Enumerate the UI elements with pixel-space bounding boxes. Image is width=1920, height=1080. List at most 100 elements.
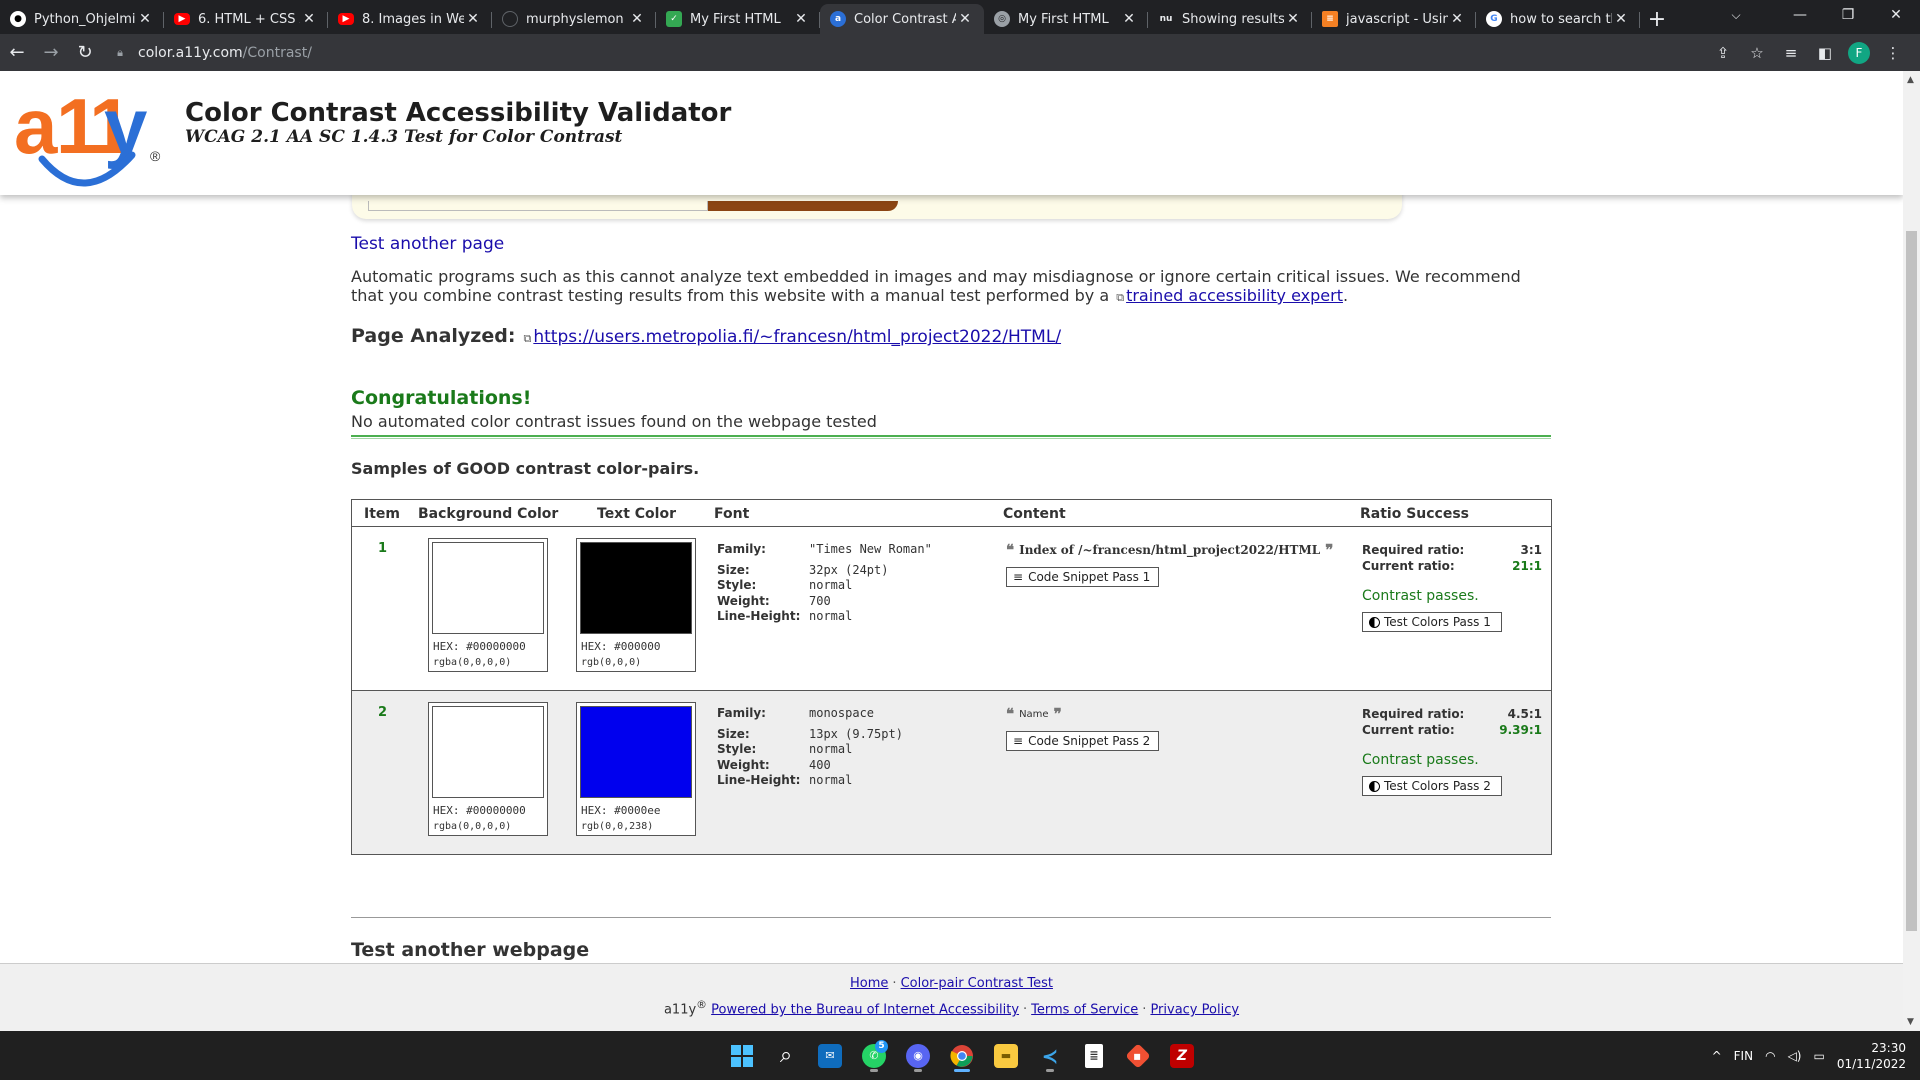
clock[interactable]: 23:30 01/11/2022 bbox=[1837, 1040, 1906, 1072]
side-panel-icon[interactable]: ◧ bbox=[1810, 38, 1840, 68]
tab-close-icon[interactable]: ✕ bbox=[1612, 11, 1630, 27]
col-background: Background Color bbox=[418, 506, 559, 522]
windows-taskbar: ⌕ ✉ ✆ 5 ◉ ▬ ≺ ≣ ◆ Z ^ FIN ◠ ◁) ▭ 23:30 0… bbox=[0, 1031, 1920, 1080]
tab-murphyslemon[interactable]: murphyslemon ✕ bbox=[492, 4, 656, 34]
globe-icon: ◎ bbox=[994, 11, 1010, 27]
nu-icon: nu bbox=[1158, 11, 1174, 27]
chrome-icon[interactable] bbox=[944, 1038, 980, 1074]
battery-icon[interactable]: ▭ bbox=[1813, 1049, 1824, 1063]
reading-list-icon[interactable]: ≡ bbox=[1776, 38, 1806, 68]
text-color-swatch: HEX: #000000 rgb(0,0,0) bbox=[576, 538, 696, 672]
tab-close-icon[interactable]: ✕ bbox=[956, 11, 974, 27]
contrast-passes: Contrast passes. bbox=[1362, 588, 1479, 604]
code-snippet-button[interactable]: ≡ Code Snippet Pass 1 bbox=[1006, 567, 1160, 587]
tab-my-first-html-2[interactable]: ◎ My First HTML ✕ bbox=[984, 4, 1148, 34]
back-button[interactable]: ← bbox=[0, 36, 34, 70]
table-row: 2 HEX: #00000000 rgba(0,0,0,0) HEX: #000… bbox=[352, 691, 1551, 854]
quote-close-icon: ❞ bbox=[1053, 705, 1062, 723]
quote-open-icon: ❝ bbox=[1006, 705, 1015, 723]
tab-color-contrast[interactable]: a Color Contrast Acc ✕ bbox=[820, 4, 984, 34]
tab-how-to-search[interactable]: G how to search thro ✕ bbox=[1476, 4, 1640, 34]
tab-showing-results[interactable]: nu Showing results fo ✕ bbox=[1148, 4, 1312, 34]
close-window-button[interactable]: ✕ bbox=[1872, 0, 1920, 30]
test-colors-button[interactable]: Test Colors Pass 1 bbox=[1362, 612, 1502, 632]
page-viewport: a 11 y ® Color Contrast Accessibility Va… bbox=[0, 71, 1903, 1031]
test-another-page-link[interactable]: Test another page bbox=[351, 234, 504, 254]
footer-powered-link[interactable]: Powered by the Bureau of Internet Access… bbox=[711, 1002, 1019, 1017]
file-explorer-icon[interactable]: ▬ bbox=[988, 1038, 1024, 1074]
restore-button[interactable]: ❐ bbox=[1824, 0, 1872, 30]
footer-brand: a11y bbox=[663, 1002, 697, 1018]
scroll-up-icon[interactable]: ▲ bbox=[1907, 75, 1914, 85]
bookmark-star-icon[interactable]: ☆ bbox=[1742, 38, 1772, 68]
language-indicator[interactable]: FIN bbox=[1734, 1049, 1753, 1063]
page-scrollbar[interactable]: ▲ ▼ bbox=[1903, 71, 1920, 1031]
reload-button[interactable]: ↻ bbox=[68, 36, 102, 70]
tab-my-first-html[interactable]: ✓ My First HTML ✕ bbox=[656, 4, 820, 34]
tab-close-icon[interactable]: ✕ bbox=[300, 11, 318, 27]
trained-expert-link[interactable]: trained accessibility expert bbox=[1126, 286, 1343, 305]
volume-icon[interactable]: ◁) bbox=[1788, 1049, 1802, 1063]
search-icon[interactable]: ⌕ bbox=[768, 1038, 804, 1074]
notepad-icon[interactable]: ≣ bbox=[1076, 1038, 1112, 1074]
tab-close-icon[interactable]: ✕ bbox=[464, 11, 482, 27]
tab-close-icon[interactable]: ✕ bbox=[792, 11, 810, 27]
forward-button[interactable]: → bbox=[34, 36, 68, 70]
site-header: a 11 y ® Color Contrast Accessibility Va… bbox=[0, 71, 1903, 195]
menu-dots-icon[interactable]: ⋮ bbox=[1878, 38, 1908, 68]
minimize-button[interactable]: — bbox=[1776, 0, 1824, 30]
address-bar[interactable]: 🔒︎ color.a11y.com/Contrast/ bbox=[102, 38, 1708, 68]
test-another-webpage-heading: Test another webpage bbox=[351, 939, 590, 961]
discord-icon[interactable]: ◉ bbox=[900, 1038, 936, 1074]
url-host: color.a11y.com bbox=[138, 44, 243, 61]
mail-icon[interactable]: ✉ bbox=[812, 1038, 848, 1074]
footer-terms-link[interactable]: Terms of Service bbox=[1031, 1002, 1138, 1017]
google-icon: G bbox=[1486, 11, 1502, 27]
tab-close-icon[interactable]: ✕ bbox=[628, 11, 646, 27]
github-icon: ● bbox=[10, 11, 26, 27]
test-colors-button[interactable]: Test Colors Pass 2 bbox=[1362, 776, 1502, 796]
footer-home-link[interactable]: Home bbox=[850, 976, 888, 991]
filezilla-icon[interactable]: Z bbox=[1164, 1038, 1200, 1074]
tab-close-icon[interactable]: ✕ bbox=[1284, 11, 1302, 27]
footer-colorpair-link[interactable]: Color-pair Contrast Test bbox=[901, 976, 1053, 991]
page-analyzed-url[interactable]: https://users.metropolia.fi/~francesn/ht… bbox=[533, 327, 1061, 347]
scroll-down-icon[interactable]: ▼ bbox=[1907, 1017, 1914, 1027]
external-link-icon: ⧉ bbox=[523, 332, 532, 345]
scroll-thumb[interactable] bbox=[1906, 231, 1917, 931]
tab-label: how to search thro bbox=[1510, 11, 1612, 27]
share-icon[interactable]: ⇪ bbox=[1708, 38, 1738, 68]
ratio-success: Required ratio: 4.5:1 Current ratio: 9.39:… bbox=[1362, 706, 1542, 796]
tab-html-css[interactable]: ▶ 6. HTML + CSS Ass ✕ bbox=[164, 4, 328, 34]
col-item: Item bbox=[364, 506, 400, 522]
tab-close-icon[interactable]: ✕ bbox=[136, 11, 154, 27]
font-info: Family: monospace Size: 13px (9.75pt) Styl… bbox=[717, 706, 903, 787]
tab-search-icon[interactable]: ⌵ bbox=[1716, 0, 1756, 30]
divider bbox=[351, 435, 1551, 439]
background-swatch: HEX: #00000000 rgba(0,0,0,0) bbox=[428, 702, 548, 836]
new-tab-button[interactable]: + bbox=[1640, 4, 1674, 34]
vscode-icon[interactable]: ≺ bbox=[1032, 1038, 1068, 1074]
a11y-logo[interactable]: a 11 y ® bbox=[14, 81, 164, 191]
tab-images-in-web[interactable]: ▶ 8. Images in Web - ✕ bbox=[328, 4, 492, 34]
git-icon[interactable]: ◆ bbox=[1120, 1038, 1156, 1074]
url-input[interactable] bbox=[368, 201, 708, 211]
font-info: Family: "Times New Roman" Size: 32px (24pt… bbox=[717, 542, 932, 623]
wifi-icon[interactable]: ◠ bbox=[1765, 1049, 1775, 1063]
tab-close-icon[interactable]: ✕ bbox=[1448, 11, 1466, 27]
submit-button[interactable] bbox=[708, 201, 898, 211]
tab-close-icon[interactable]: ✕ bbox=[1120, 11, 1138, 27]
code-snippet-button[interactable]: ≡ Code Snippet Pass 2 bbox=[1006, 731, 1160, 751]
tab-label: 8. Images in Web - bbox=[362, 11, 464, 27]
start-button[interactable] bbox=[724, 1038, 760, 1074]
footer-privacy-link[interactable]: Privacy Policy bbox=[1150, 1002, 1239, 1017]
site-title: Color Contrast Accessibility Validator bbox=[185, 98, 732, 128]
profile-avatar[interactable]: F bbox=[1844, 38, 1874, 68]
divider bbox=[351, 917, 1551, 918]
lock-icon[interactable]: 🔒︎ bbox=[112, 45, 128, 61]
tab-python-ohjelmisto[interactable]: ● Python_Ohjelmisto ✕ bbox=[0, 4, 164, 34]
contrast-icon bbox=[1369, 616, 1380, 628]
whatsapp-icon[interactable]: ✆ 5 bbox=[856, 1038, 892, 1074]
chevron-up-icon[interactable]: ^ bbox=[1712, 1049, 1722, 1063]
tab-javascript-using[interactable]: ≡ javascript - Using J ✕ bbox=[1312, 4, 1476, 34]
